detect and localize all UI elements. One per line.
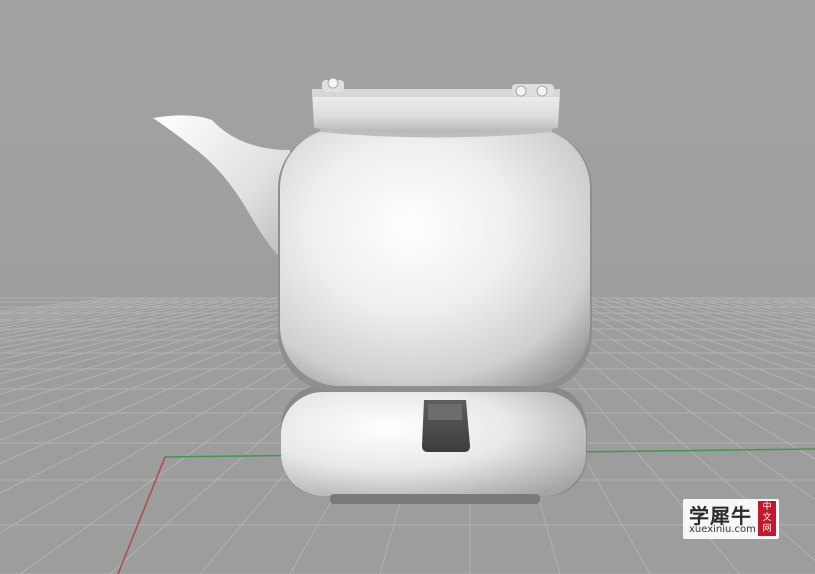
watermark-badge-char: 文: [762, 513, 772, 523]
watermark-badge-char: 中: [762, 502, 772, 512]
teapot-body: [280, 128, 590, 386]
render-scene[interactable]: [0, 0, 815, 574]
xuexiniu-watermark: 学犀牛 xuexiniu.com 中 文 网: [683, 499, 779, 539]
lid-hinge-right: [512, 84, 554, 97]
rhino-perspective-viewport[interactable]: 学犀牛 xuexiniu.com 中 文 网: [0, 0, 815, 574]
teapot-base: [281, 386, 587, 504]
watermark-badge: 中 文 网: [758, 501, 776, 536]
watermark-site: xuexiniu.com: [689, 524, 756, 535]
watermark-badge-char: 网: [762, 524, 772, 534]
lid-hinge-left: [322, 77, 344, 92]
